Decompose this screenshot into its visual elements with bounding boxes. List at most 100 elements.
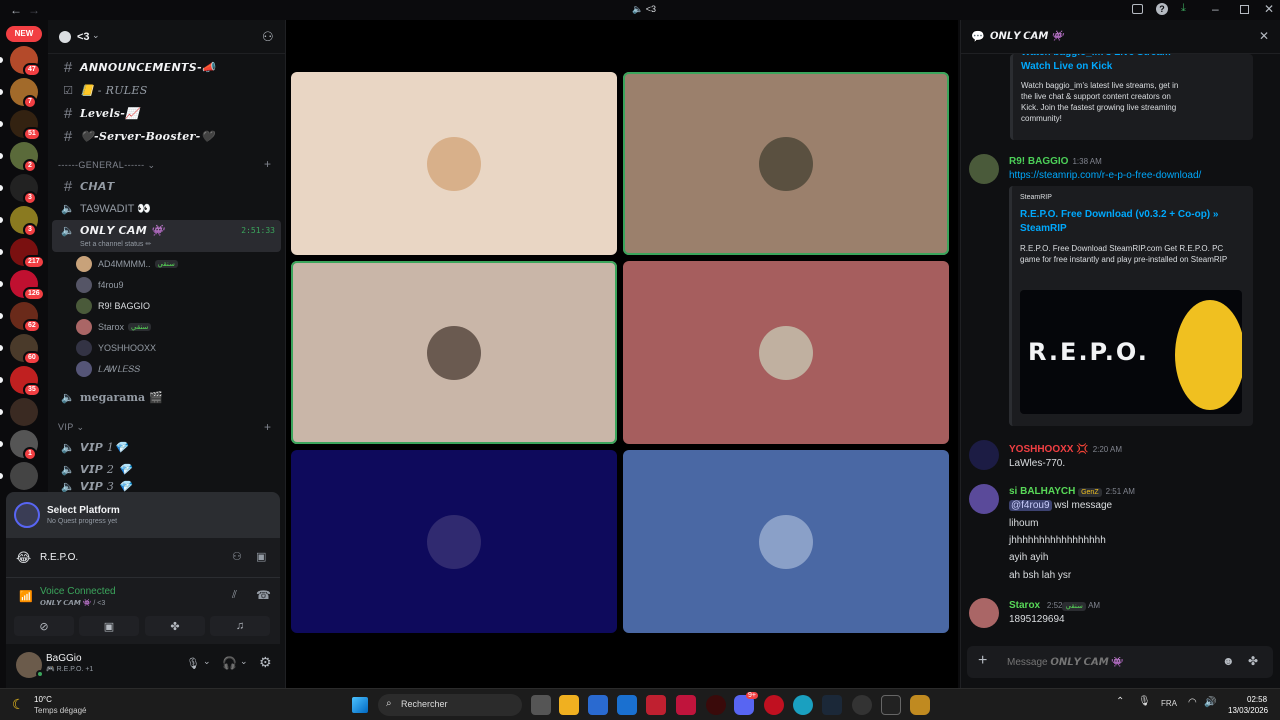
- add-friend-icon[interactable]: ⚇: [232, 550, 242, 563]
- channel-vip-2[interactable]: 🔈 𝙑𝙄𝙋 2 💎: [52, 458, 281, 480]
- voice-user[interactable]: AD4MMMM.. سنقي: [76, 254, 178, 274]
- minimize-button[interactable]: –: [1212, 2, 1219, 16]
- quest-panel[interactable]: Select Platform No Quest progress yet: [6, 492, 280, 538]
- voice-user[interactable]: YOSHHOOXX: [76, 338, 156, 358]
- app-icon[interactable]: [910, 695, 930, 715]
- headphones-icon[interactable]: 🎧: [222, 656, 237, 670]
- camera-button[interactable]: ⊘: [14, 616, 74, 636]
- message-author[interactable]: si BALHAYCH: [1009, 486, 1075, 497]
- video-tile[interactable]: [623, 72, 949, 255]
- add-channel-icon[interactable]: +: [264, 157, 271, 171]
- clock-time[interactable]: 02:58: [1247, 695, 1267, 704]
- inbox-icon[interactable]: [1132, 4, 1143, 14]
- video-tile[interactable]: [623, 261, 949, 444]
- add-attachment-icon[interactable]: +: [978, 652, 987, 670]
- edge-icon[interactable]: [793, 695, 813, 715]
- apps-icon[interactable]: ✤: [1248, 654, 1258, 668]
- help-icon[interactable]: ?: [1156, 3, 1168, 15]
- language-indicator[interactable]: FRA: [1161, 699, 1177, 708]
- epic-games-icon[interactable]: [881, 695, 901, 715]
- video-tile[interactable]: [291, 261, 617, 444]
- voice-user[interactable]: f4rou9: [76, 275, 124, 295]
- server-icon[interactable]: [10, 462, 38, 490]
- message-author[interactable]: YOSHHOOXX 💢: [1009, 444, 1089, 455]
- message-author[interactable]: R9! BAGGIO: [1009, 156, 1068, 167]
- embed-title[interactable]: Watch baggio_im's Live Stream - Watch Li…: [1021, 54, 1179, 74]
- activity-panel[interactable]: 😂 R.E.P.O. ⚇ ▣: [6, 538, 280, 578]
- weather-icon[interactable]: ☾: [12, 696, 25, 713]
- server-icon[interactable]: [10, 398, 38, 426]
- channel-only-cam-selected[interactable]: 🔈 𝙊𝙉𝙇𝙔 𝘾𝘼𝙈 👾 Set a channel status ✏ 2:51…: [52, 220, 281, 252]
- voice-user[interactable]: 𝐿𝐴𝑊𝐿𝐸𝑆𝑆: [76, 359, 140, 379]
- channel-vip-3[interactable]: 🔈 𝙑𝙄𝙋 3 💎: [52, 480, 281, 492]
- maximize-button[interactable]: [1240, 5, 1249, 14]
- channel-server-booster[interactable]: # 🖤-Server-Booster-🖤: [52, 125, 281, 147]
- category-vip[interactable]: VIP ⌄: [58, 422, 84, 433]
- channel-levels[interactable]: # Levels-📈: [52, 102, 281, 124]
- disconnect-icon[interactable]: ☎: [256, 588, 271, 602]
- channel-ta9wadit[interactable]: 🔈 TA9WADIT 👀: [52, 197, 281, 219]
- voice-channel-link[interactable]: 𝙊𝙉𝙇𝙔 𝘾𝘼𝙈 👾 / <3: [40, 599, 105, 607]
- taskbar-search[interactable]: ⌕ Rechercher: [378, 694, 522, 716]
- soundboard-button[interactable]: ♫: [210, 616, 270, 636]
- chevron-down-icon[interactable]: ⌄: [203, 656, 211, 667]
- signal-icon[interactable]: 📶: [19, 590, 33, 603]
- gear-icon[interactable]: ⚙: [259, 654, 272, 671]
- channel-vip-1[interactable]: 🔈 𝙑𝙄𝙋 1💎: [52, 436, 281, 458]
- embed-title[interactable]: R.E.P.O. Free Download (v0.3.2 + Co-op) …: [1020, 208, 1238, 236]
- forward-arrow-icon[interactable]: →: [28, 3, 40, 17]
- opera-icon[interactable]: [764, 695, 784, 715]
- noise-suppression-icon[interactable]: ⫽: [232, 589, 237, 602]
- avatar[interactable]: [969, 440, 999, 470]
- new-badge[interactable]: NEW: [6, 26, 42, 42]
- wifi-icon[interactable]: ◠: [1188, 697, 1197, 708]
- video-tile[interactable]: [291, 72, 617, 255]
- avatar[interactable]: [969, 598, 999, 628]
- avatar[interactable]: [969, 484, 999, 514]
- back-arrow-icon[interactable]: ←: [10, 3, 22, 17]
- close-button[interactable]: ✕: [1264, 2, 1274, 16]
- channel-announcements[interactable]: # 𝘼𝙉𝙉𝙊𝙐𝙉𝘾𝙀𝙈𝙀𝙉𝙏𝙎-📣: [52, 56, 281, 78]
- outlook-icon[interactable]: [617, 695, 637, 715]
- avatar[interactable]: [969, 154, 999, 184]
- clock-date[interactable]: 13/03/2026: [1228, 706, 1268, 715]
- autodesk-icon[interactable]: [676, 695, 696, 715]
- task-view-icon[interactable]: [531, 695, 551, 715]
- add-channel-icon[interactable]: +: [264, 420, 271, 434]
- category-general[interactable]: ------GENERAL------ ⌄: [58, 160, 155, 171]
- user-mention[interactable]: @f4rou9: [1009, 500, 1052, 511]
- download-icon[interactable]: ⤓: [1181, 2, 1186, 15]
- video-tile[interactable]: [623, 450, 949, 633]
- message-input[interactable]: [1007, 652, 1207, 672]
- channel-status[interactable]: Set a channel status ✏: [80, 240, 165, 248]
- close-icon[interactable]: ✕: [1259, 29, 1269, 43]
- embed-image[interactable]: R.E.P.O.: [1020, 290, 1242, 414]
- github-icon[interactable]: [852, 695, 872, 715]
- chevron-down-icon[interactable]: ⌄: [240, 656, 248, 667]
- share-screen-button[interactable]: ▣: [79, 616, 139, 636]
- microphone-icon[interactable]: 🎙: [1138, 696, 1151, 707]
- store-icon[interactable]: [588, 695, 608, 715]
- channel-megarama[interactable]: 🔈 megarama 🎬: [52, 386, 281, 408]
- file-explorer-icon[interactable]: [559, 695, 579, 715]
- channel-rules[interactable]: ☑ 📒 - 𝑅𝑈𝐿𝐸𝑆: [52, 79, 281, 101]
- channel-chat[interactable]: # 𝘾𝙃𝘼𝙏: [52, 175, 281, 197]
- screen-share-icon[interactable]: ▣: [256, 550, 266, 563]
- windows-start-icon[interactable]: [352, 697, 368, 713]
- emoji-icon[interactable]: ☻: [1222, 654, 1235, 668]
- voice-user[interactable]: Starox سنقي: [76, 317, 152, 337]
- guild-header[interactable]: <3 ⌄ ⚇: [48, 20, 286, 54]
- chevron-up-icon[interactable]: ⌃: [1116, 696, 1124, 707]
- steam-icon[interactable]: [822, 695, 842, 715]
- app-icon[interactable]: [646, 695, 666, 715]
- volume-icon[interactable]: 🔊: [1204, 697, 1216, 708]
- username[interactable]: BaGGio: [46, 653, 82, 664]
- invite-people-icon[interactable]: ⚇: [262, 29, 274, 45]
- video-tile[interactable]: [291, 450, 617, 633]
- message-author[interactable]: Starox: [1009, 600, 1040, 611]
- microphone-icon[interactable]: 🎙: [186, 657, 200, 670]
- app-icon[interactable]: [706, 695, 726, 715]
- voice-user[interactable]: R9! BAGGIO: [76, 296, 150, 316]
- message-link[interactable]: https://steamrip.com/r-e-p-o-free-downlo…: [1009, 170, 1201, 181]
- activities-button[interactable]: ✤: [145, 616, 205, 636]
